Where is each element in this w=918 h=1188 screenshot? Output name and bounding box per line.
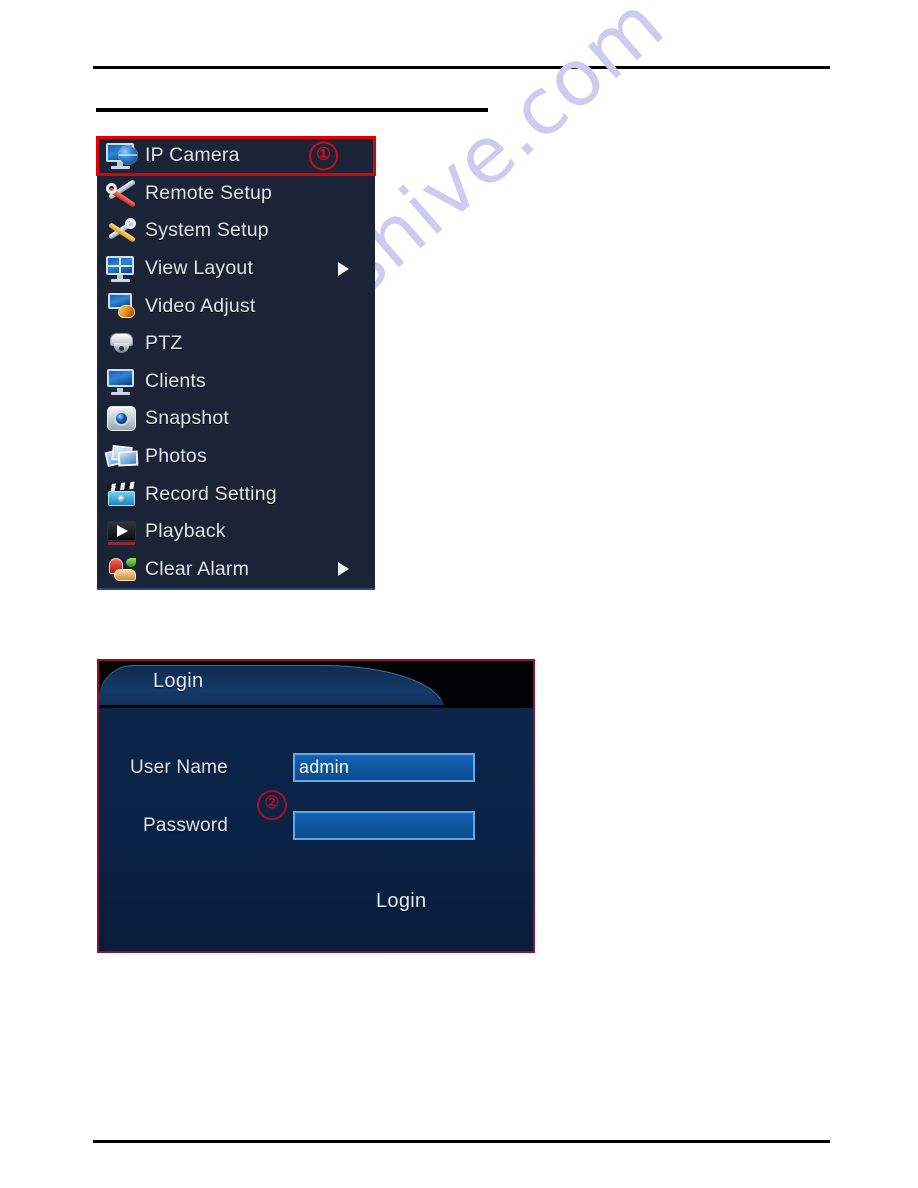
password-label: Password <box>143 815 229 836</box>
login-title: Login <box>153 670 204 692</box>
menu-item-view-layout[interactable]: View Layout <box>97 250 375 288</box>
remote-setup-icon <box>105 179 139 208</box>
playback-icon <box>105 517 139 546</box>
login-submit-button[interactable]: Login <box>376 890 426 913</box>
password-input[interactable] <box>293 811 475 840</box>
menu-item-system-setup[interactable]: System Setup <box>97 212 375 250</box>
menu-item-label: Photos <box>145 445 207 468</box>
menu-item-label: Snapshot <box>145 407 229 430</box>
record-setting-icon <box>105 480 139 509</box>
menu-item-label: PTZ <box>145 332 183 355</box>
section-rule <box>96 108 488 112</box>
menu-item-clients[interactable]: Clients <box>97 363 375 401</box>
menu-item-label: Clear Alarm <box>145 557 250 580</box>
clients-icon <box>105 367 139 396</box>
callout-badge-2: ② <box>257 790 287 820</box>
system-setup-icon <box>105 216 139 245</box>
clear-alarm-icon <box>105 555 139 584</box>
menu-item-ptz[interactable]: PTZ <box>97 325 375 363</box>
menu-item-label: Remote Setup <box>145 181 273 204</box>
login-body: User Name admin Password ② Login <box>99 708 533 951</box>
header-rule <box>93 66 830 69</box>
photos-icon <box>104 442 139 471</box>
menu-item-photos[interactable]: Photos <box>97 438 375 476</box>
login-dialog: Login User Name admin Password ② Login <box>97 659 535 953</box>
username-label: User Name <box>130 757 228 778</box>
password-row: Password <box>99 810 533 842</box>
login-tab[interactable] <box>99 665 444 705</box>
submenu-arrow-icon <box>338 261 349 276</box>
menu-item-label: IP Camera <box>145 144 240 167</box>
snapshot-icon <box>105 404 139 433</box>
username-input[interactable]: admin <box>293 753 475 782</box>
footer-rule <box>93 1140 830 1143</box>
login-titlebar: Login <box>99 661 533 705</box>
menu-item-ip-camera[interactable]: IP Camera ① <box>96 136 376 176</box>
username-input-value: admin <box>299 757 350 777</box>
view-layout-icon <box>105 254 139 283</box>
menu-item-label: Record Setting <box>145 482 277 505</box>
username-row: User Name admin <box>99 752 533 784</box>
submenu-arrow-icon <box>338 562 349 577</box>
ptz-camera-icon <box>105 329 139 358</box>
menu-item-label: System Setup <box>145 219 269 242</box>
menu-item-label: View Layout <box>145 257 254 280</box>
menu-item-label: Playback <box>145 520 226 543</box>
menu-item-label: Clients <box>145 369 207 392</box>
menu-item-record-setting[interactable]: Record Setting <box>97 475 375 513</box>
video-adjust-icon <box>105 292 139 321</box>
callout-badge-1: ① <box>309 141 338 171</box>
menu-item-remote-setup[interactable]: Remote Setup <box>97 175 375 213</box>
menu-item-label: Video Adjust <box>145 294 256 317</box>
ip-camera-icon <box>105 141 139 170</box>
menu-item-video-adjust[interactable]: Video Adjust <box>97 287 375 325</box>
context-menu: IP Camera ① Remote Setup System Setup Vi… <box>96 136 376 591</box>
menu-item-snapshot[interactable]: Snapshot <box>97 400 375 438</box>
menu-item-playback[interactable]: Playback <box>97 513 375 551</box>
menu-item-clear-alarm[interactable]: Clear Alarm <box>97 551 375 589</box>
